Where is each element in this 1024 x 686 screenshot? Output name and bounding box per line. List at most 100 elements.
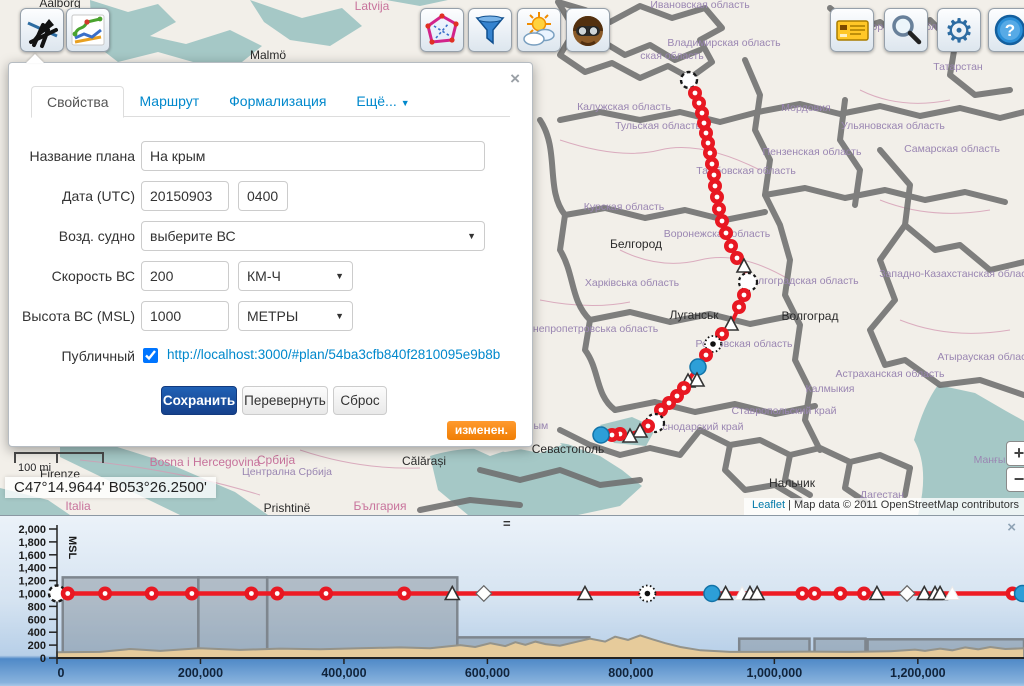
waypoint-marker-dotted[interactable]: [639, 586, 655, 602]
attribution-text: | Map data © 2011 OpenStreetMap contribu…: [785, 499, 1019, 511]
pilot-button[interactable]: [566, 8, 610, 52]
speed-row: Скорость ВС КМ-Ч▼: [9, 261, 532, 291]
close-icon[interactable]: ×: [1007, 519, 1016, 536]
map-label-region: Татарстан: [933, 61, 983, 73]
map-label-country: Italia: [65, 499, 91, 513]
speed-input[interactable]: [141, 261, 229, 291]
map-label-region: Ивановская область: [650, 0, 750, 11]
public-row: Публичный http://localhost:3000/#plan/54…: [9, 346, 532, 366]
settings-button[interactable]: ⚙: [937, 8, 981, 52]
chevron-down-icon: ▼: [401, 98, 410, 108]
waypoint-marker-circle[interactable]: [61, 587, 75, 601]
app: AalborgLatvijaMalmöИвановская областьНиж…: [0, 0, 1024, 686]
reverse-button[interactable]: Перевернуть: [242, 386, 328, 415]
map-label-region: Владимирская область: [667, 37, 781, 49]
time-input[interactable]: [238, 181, 288, 211]
waypoint-marker-circle[interactable]: [795, 587, 809, 601]
waypoint-marker-circle[interactable]: [808, 587, 822, 601]
polygon-zone-button[interactable]: [420, 8, 464, 52]
tab-more[interactable]: Ещё...▼: [341, 86, 424, 116]
reset-button[interactable]: Сброс: [333, 386, 387, 415]
waypoint-marker-start-dashed[interactable]: [681, 72, 697, 88]
waypoint-marker-big-dashed[interactable]: [739, 273, 757, 291]
search-button[interactable]: [884, 8, 928, 52]
waypoint-marker-diamond[interactable]: [476, 586, 492, 602]
waypoint-marker-circle[interactable]: [98, 587, 112, 601]
waypoint-marker-circle[interactable]: [397, 587, 411, 601]
waypoint-marker-circle[interactable]: [244, 587, 258, 601]
waypoint-marker-circle[interactable]: [145, 587, 159, 601]
waypoint-marker-blue[interactable]: [690, 359, 706, 375]
waypoint-marker-circle[interactable]: [712, 202, 726, 216]
waypoint-marker-circle[interactable]: [857, 587, 871, 601]
leaflet-link[interactable]: Leaflet: [752, 499, 785, 511]
scale-bar: 100 mi: [14, 452, 104, 474]
aircraft-select[interactable]: выберите ВС▼: [141, 221, 485, 251]
zoom-in-button[interactable]: +: [1006, 441, 1024, 466]
svg-text:200,000: 200,000: [178, 666, 223, 680]
plan-name-input[interactable]: [141, 141, 485, 171]
waypoint-marker-circle[interactable]: [710, 190, 724, 204]
waypoint-marker-blue[interactable]: [704, 586, 720, 602]
measure-card-button[interactable]: [830, 8, 874, 52]
public-checkbox[interactable]: [143, 348, 158, 363]
svg-text:800,000: 800,000: [608, 666, 653, 680]
tab-route[interactable]: Маршрут: [124, 86, 214, 116]
y-axis-label: MSL: [66, 536, 78, 560]
waypoint-marker-diamond[interactable]: [899, 586, 915, 602]
flight-profile-button[interactable]: [66, 8, 110, 52]
map-label-region: Харківська область: [585, 277, 680, 289]
waypoint-marker-circle[interactable]: [737, 288, 751, 302]
plan-route-button[interactable]: [20, 8, 64, 52]
filter-icon: [470, 10, 510, 50]
save-button[interactable]: Сохранить: [161, 386, 237, 415]
waypoint-marker-circle[interactable]: [719, 226, 733, 240]
tab-formalization[interactable]: Формализация: [214, 86, 341, 116]
svg-text:?: ?: [1005, 21, 1015, 40]
plan-route-icon: [22, 10, 62, 50]
map-label-region: Мордовия: [781, 102, 830, 114]
status-badge: изменен.: [447, 421, 516, 440]
speed-label: Скорость ВС: [9, 261, 135, 291]
waypoint-marker-circle[interactable]: [732, 300, 746, 314]
speed-unit-select[interactable]: КМ-Ч▼: [238, 261, 353, 291]
waypoint-marker-circle[interactable]: [319, 587, 333, 601]
map-label-city: Белгород: [610, 237, 662, 251]
svg-text:0: 0: [58, 666, 65, 680]
waypoint-marker-blue[interactable]: [593, 427, 609, 443]
date-input[interactable]: [141, 181, 229, 211]
waypoint-marker-circle[interactable]: [833, 587, 847, 601]
waypoint-marker-circle[interactable]: [270, 587, 284, 601]
aircraft-row: Возд. судно выберите ВС▼: [9, 221, 532, 251]
map-label-country: България: [353, 499, 406, 513]
svg-text:0: 0: [40, 653, 46, 665]
flight-plan-dialog: × Свойства Маршрут Формализация Ещё...▼ …: [8, 62, 533, 447]
resize-handle[interactable]: =: [503, 516, 511, 531]
svg-text:1,000: 1,000: [18, 589, 46, 601]
map-label-region: Самарская область: [904, 143, 1000, 155]
map-label-city: Севастополь: [532, 442, 604, 456]
altitude-unit-select[interactable]: МЕТРЫ▼: [238, 301, 353, 331]
map-label-region: Днепропетровська область: [526, 323, 659, 335]
zoom-out-button[interactable]: −: [1006, 467, 1024, 492]
elevation-profile-pane: = × 02004006008001,0001,2001,4001,6001,8…: [0, 515, 1024, 686]
map-label-city: Луганськ: [670, 308, 720, 322]
waypoint-marker-circle[interactable]: [724, 239, 738, 253]
map-label-region: Воронежская область: [664, 228, 771, 240]
map-label-city: Prishtinë: [264, 501, 311, 515]
waypoint-marker-circle[interactable]: [715, 214, 729, 228]
scale-label: 100 mi: [14, 462, 104, 474]
map-label-region: Астраханская область: [836, 368, 945, 380]
public-plan-link[interactable]: http://localhost:3000/#plan/54ba3cfb840f…: [167, 347, 500, 362]
waypoint-marker-circle[interactable]: [185, 587, 199, 601]
close-icon[interactable]: ×: [510, 69, 520, 89]
waypoint-marker-blue[interactable]: [1015, 586, 1024, 602]
weather-button[interactable]: [517, 8, 561, 52]
tab-properties[interactable]: Свойства: [31, 86, 124, 118]
svg-text:400: 400: [28, 627, 46, 639]
filter-button[interactable]: [468, 8, 512, 52]
altitude-input[interactable]: [141, 301, 229, 331]
help-button[interactable]: ?: [988, 8, 1024, 52]
plan-name-row: Название плана: [9, 141, 532, 171]
help-icon: ?: [990, 10, 1024, 50]
